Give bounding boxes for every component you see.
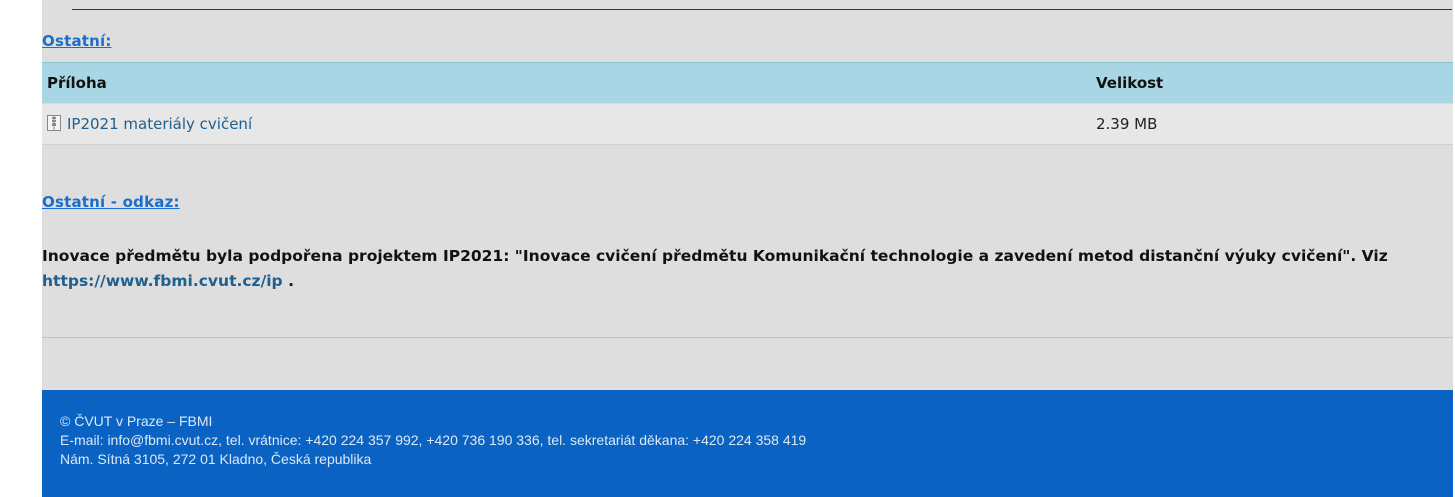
left-page-margin xyxy=(0,0,42,497)
project-info-paragraph: Inovace předmětu byla podpořena projekte… xyxy=(42,244,1422,294)
table-row: IP2021 materiály cvičení 2.39 MB xyxy=(42,103,1453,145)
project-info-text: Inovace předmětu byla podpořena projekte… xyxy=(42,247,1388,265)
main-content: Ostatní: Příloha Velikost IP2021 materiá… xyxy=(42,10,1453,390)
section-link-other[interactable]: Ostatní: xyxy=(42,32,112,50)
page-footer: © ČVUT v Praze – FBMI E-mail: info@fbmi.… xyxy=(42,390,1453,497)
footer-text-block: © ČVUT v Praze – FBMI E-mail: info@fbmi.… xyxy=(60,412,806,469)
footer-address: Nám. Sítná 3105, 272 01 Kladno, Česká re… xyxy=(60,451,372,467)
attachment-cell: IP2021 materiály cvičení xyxy=(42,103,1091,145)
attachment-size: 2.39 MB xyxy=(1091,103,1453,145)
column-header-attachment: Příloha xyxy=(42,62,1091,104)
content-divider xyxy=(42,337,1453,338)
table-header-row: Příloha Velikost xyxy=(42,62,1453,104)
footer-contacts: E-mail: info@fbmi.cvut.cz, tel. vrátnice… xyxy=(60,432,807,448)
footer-copyright: © ČVUT v Praze – FBMI xyxy=(60,413,213,429)
attachments-table: Příloha Velikost IP2021 materiály cvičen… xyxy=(42,62,1453,145)
project-info-link[interactable]: https://www.fbmi.cvut.cz/ip xyxy=(42,272,283,290)
archive-file-icon xyxy=(47,115,61,131)
project-info-period: . xyxy=(288,272,294,290)
section-link-other-link[interactable]: Ostatní - odkaz: xyxy=(42,193,180,211)
attachment-link[interactable]: IP2021 materiály cvičení xyxy=(67,115,252,133)
column-header-size: Velikost xyxy=(1091,62,1453,104)
